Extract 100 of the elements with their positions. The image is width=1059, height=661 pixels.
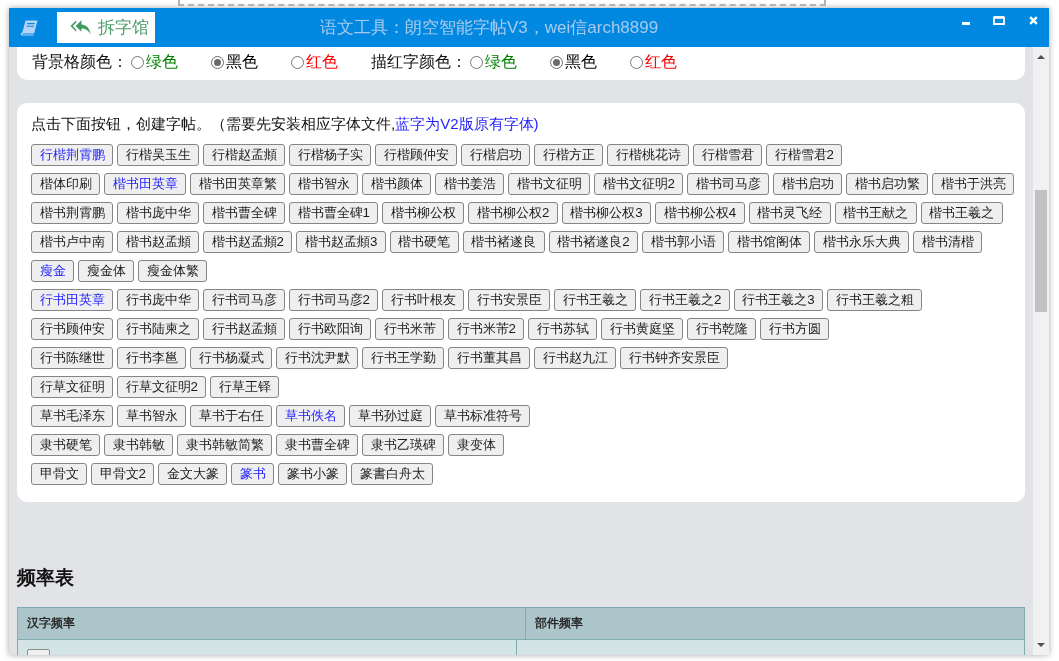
font-button[interactable]: 甲骨文 [31, 463, 87, 485]
font-button[interactable]: 楷书赵孟頫 [117, 231, 199, 253]
font-button[interactable]: 楷书田英章繁 [190, 173, 285, 195]
font-button[interactable]: 楷书柳公权3 [561, 202, 652, 224]
font-button[interactable]: 行楷雪君 [693, 144, 762, 166]
font-button[interactable]: 隶书韩敏简繁 [177, 434, 272, 456]
font-button[interactable]: 行书苏轼 [528, 318, 598, 340]
font-button[interactable]: 行书赵孟頫 [203, 318, 285, 340]
font-button[interactable]: 行楷吴玉生 [117, 144, 199, 166]
font-button[interactable]: 行书王羲之粗 [827, 289, 923, 311]
font-button[interactable]: 楷书柳公权4 [655, 202, 745, 224]
option-label[interactable]: 黑色 [226, 52, 258, 73]
font-button[interactable]: 甲骨文2 [91, 463, 155, 485]
font-button[interactable]: 行书米芾 [375, 318, 444, 340]
font-button[interactable]: 楷体印刷 [31, 173, 100, 195]
option-label[interactable]: 红色 [645, 52, 677, 73]
font-button[interactable]: 隶书韩敏 [104, 434, 173, 456]
font-button[interactable]: 行书董其昌 [448, 347, 530, 369]
font-button[interactable]: 行楷雪君2 [766, 144, 843, 166]
scrollbar-thumb[interactable] [1035, 190, 1047, 312]
radio-button[interactable] [630, 56, 643, 69]
font-button[interactable]: 楷书荆霄鹏 [31, 202, 113, 224]
option-label[interactable]: 绿色 [485, 52, 517, 73]
font-button[interactable]: 行书乾隆 [687, 318, 757, 340]
font-button[interactable]: 楷书启功繁 [846, 173, 929, 195]
font-button[interactable]: 草书佚名 [276, 405, 345, 427]
font-button[interactable]: 楷书郭小语 [642, 231, 725, 253]
font-button[interactable]: 楷书永乐大典 [814, 231, 910, 253]
font-button[interactable]: 楷书柳公权 [382, 202, 465, 224]
font-button[interactable]: 篆書白舟太 [351, 463, 434, 485]
font-button[interactable]: 行书庞中华 [117, 289, 199, 311]
font-button[interactable]: 行草文征明 [31, 376, 113, 398]
font-button[interactable]: 行书王羲之3 [733, 289, 824, 311]
font-button[interactable]: 行书钟齐安景臣 [620, 347, 728, 369]
font-button[interactable]: 行书顾仲安 [31, 318, 113, 340]
font-button[interactable]: 行书叶根友 [382, 289, 465, 311]
option-label[interactable]: 绿色 [146, 52, 178, 73]
font-button[interactable]: 楷书王羲之 [920, 202, 1003, 224]
font-button[interactable]: 草书于右任 [190, 405, 272, 427]
option-label[interactable]: 红色 [306, 52, 338, 73]
font-button[interactable]: 楷书田英章 [104, 173, 186, 195]
radio-button[interactable] [211, 56, 224, 69]
font-button[interactable]: 行书王羲之 [554, 289, 637, 311]
font-button[interactable]: 楷书柳公权2 [468, 202, 558, 224]
font-button[interactable]: 行楷赵孟頫 [203, 144, 285, 166]
radio-button[interactable] [291, 56, 304, 69]
font-button[interactable]: 瘦金体繁 [138, 260, 207, 282]
font-button[interactable]: 楷书灵飞经 [748, 202, 831, 224]
font-button[interactable]: 楷书智永 [289, 173, 358, 195]
radio-button[interactable] [470, 56, 483, 69]
font-button[interactable]: 行书方圆 [760, 318, 830, 340]
font-button[interactable]: 行楷杨子实 [289, 144, 371, 166]
font-button[interactable]: 行书李邕 [117, 347, 186, 369]
font-button[interactable]: 行书米芾2 [448, 318, 525, 340]
font-button[interactable]: 行书陆柬之 [117, 318, 199, 340]
font-button[interactable]: 楷书褚遂良2 [548, 231, 639, 253]
font-button[interactable]: 金文大篆 [158, 463, 228, 485]
font-button[interactable]: 楷书庞中华 [117, 202, 199, 224]
font-button[interactable]: 行楷荆霄鹏 [31, 144, 113, 166]
font-button[interactable]: 草书智永 [117, 405, 186, 427]
font-button[interactable]: 隶书乙瑛碑 [362, 434, 444, 456]
font-button[interactable]: 行书赵九江 [534, 347, 616, 369]
font-button[interactable]: 瘦金 [31, 260, 74, 282]
font-button[interactable]: 楷书曹全碑 [203, 202, 285, 224]
font-button[interactable]: 行书杨凝式 [190, 347, 272, 369]
font-button[interactable]: 行楷方正 [534, 144, 603, 166]
font-button[interactable]: 行书王羲之2 [640, 289, 730, 311]
font-button[interactable]: 行书黄庭坚 [601, 318, 684, 340]
font-button[interactable]: 行楷顾仲安 [375, 144, 457, 166]
font-button[interactable]: 行书司马彦2 [289, 289, 379, 311]
font-button[interactable]: 篆书小篆 [278, 463, 348, 485]
font-button[interactable]: 楷书硬笔 [389, 231, 459, 253]
font-button[interactable]: 楷书文征明2 [594, 173, 684, 195]
font-button[interactable]: 行楷桃花诗 [607, 144, 689, 166]
font-button[interactable]: 隶书曹全碑 [276, 434, 358, 456]
scroll-down-arrow-icon[interactable] [1037, 643, 1045, 647]
font-button[interactable]: 楷书卢中南 [31, 231, 113, 253]
font-button[interactable]: 行书王学勤 [362, 347, 444, 369]
font-button[interactable]: 瘦金体 [78, 260, 134, 282]
font-button[interactable]: 草书孙过庭 [349, 405, 431, 427]
font-button[interactable]: 楷书赵孟頫2 [203, 231, 293, 253]
font-button[interactable]: 行书司马彦 [203, 289, 285, 311]
radio-button[interactable] [131, 56, 144, 69]
radio-button[interactable] [550, 56, 563, 69]
font-button[interactable]: 行书陈继世 [31, 347, 113, 369]
font-button[interactable]: 隶变体 [448, 434, 504, 456]
font-button[interactable]: 楷书曹全碑1 [289, 202, 379, 224]
font-button[interactable]: 楷书启功 [773, 173, 843, 195]
font-button[interactable]: 楷书赵孟頫3 [296, 231, 386, 253]
font-button[interactable]: 行书安景臣 [468, 289, 551, 311]
font-button[interactable]: 草书毛泽东 [31, 405, 113, 427]
font-button[interactable]: 楷书颜体 [362, 173, 431, 195]
font-button[interactable]: 草书标准符号 [435, 405, 530, 427]
font-button[interactable]: 楷书司马彦 [687, 173, 770, 195]
option-label[interactable]: 黑色 [565, 52, 597, 73]
font-button[interactable]: 楷书姜浩 [435, 173, 504, 195]
font-button[interactable]: 行书欧阳询 [289, 318, 371, 340]
font-button[interactable]: 行草王铎 [210, 376, 280, 398]
font-button[interactable]: 篆书 [231, 463, 275, 485]
font-button[interactable]: 楷书王献之 [834, 202, 917, 224]
